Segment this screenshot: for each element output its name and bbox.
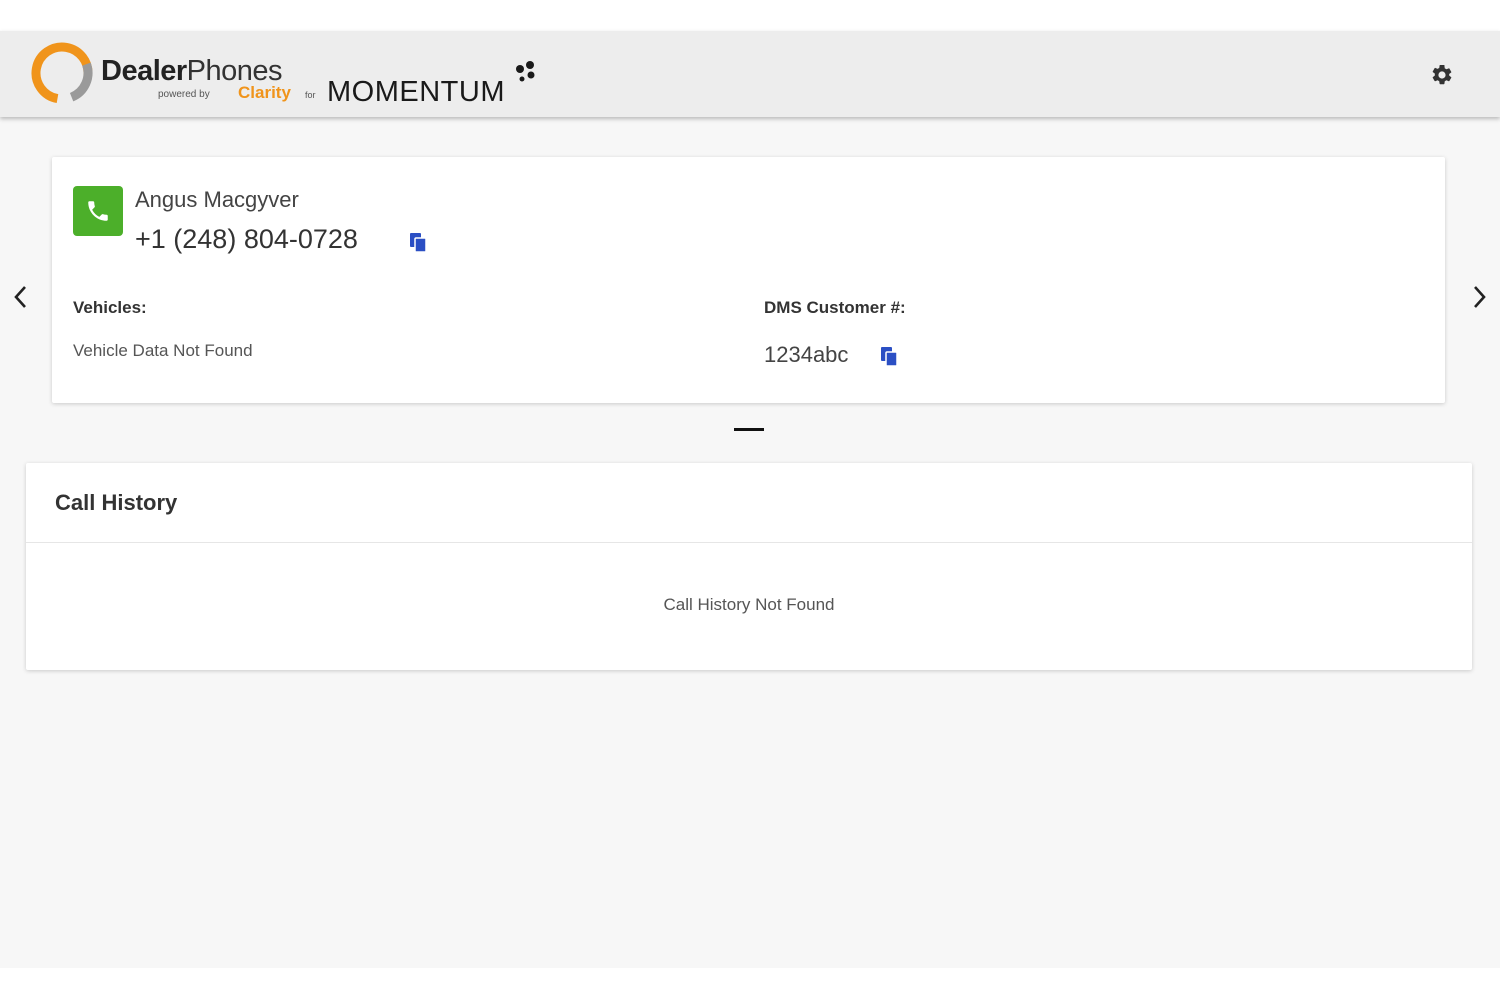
dealer-phones-logo: DealerPhones powered by Clarity for MOME…	[30, 39, 550, 109]
previous-contact-button[interactable]	[6, 277, 36, 317]
call-status-badge	[73, 186, 123, 236]
dms-customer-value: 1234abc	[764, 342, 849, 367]
chevron-left-icon	[14, 286, 26, 308]
vehicles-label: Vehicles:	[73, 298, 147, 317]
call-history-card: Call History Call History Not Found	[26, 463, 1472, 670]
brand-for: for	[305, 90, 316, 100]
phone-icon	[88, 201, 108, 221]
chevron-right-icon	[1474, 286, 1486, 308]
app-frame: DealerPhones powered by Clarity for MOME…	[0, 31, 1500, 968]
logo-ring-icon	[31, 42, 93, 104]
call-history-title: Call History	[55, 490, 178, 515]
copy-dms-button[interactable]	[879, 345, 901, 369]
copy-icon	[881, 347, 898, 367]
brand-powered-by: powered by	[158, 89, 210, 100]
brand-clarity: Clarity	[238, 83, 291, 102]
contact-phone-number: +1 (248) 804-0728	[135, 224, 358, 254]
copy-icon	[410, 233, 427, 253]
dms-customer-label: DMS Customer #:	[764, 298, 906, 317]
settings-button[interactable]	[1428, 61, 1456, 89]
call-history-header: Call History	[26, 463, 1472, 543]
next-contact-button[interactable]	[1464, 277, 1494, 317]
top-bar: DealerPhones powered by Clarity for MOME…	[0, 31, 1500, 117]
brand-momentum: MOMENTUM	[327, 76, 505, 108]
copy-phone-button[interactable]	[408, 231, 430, 255]
momentum-dots-icon	[516, 61, 535, 82]
brand-dealer: Dealer	[101, 55, 187, 87]
gear-icon	[1432, 64, 1452, 85]
contact-name: Angus Macgyver	[135, 187, 299, 212]
contact-card: Angus Macgyver +1 (248) 804-0728 Vehicle…	[52, 157, 1445, 403]
vehicles-value: Vehicle Data Not Found	[73, 341, 253, 360]
call-history-empty-message: Call History Not Found	[663, 595, 835, 614]
collapse-handle[interactable]	[734, 428, 764, 431]
